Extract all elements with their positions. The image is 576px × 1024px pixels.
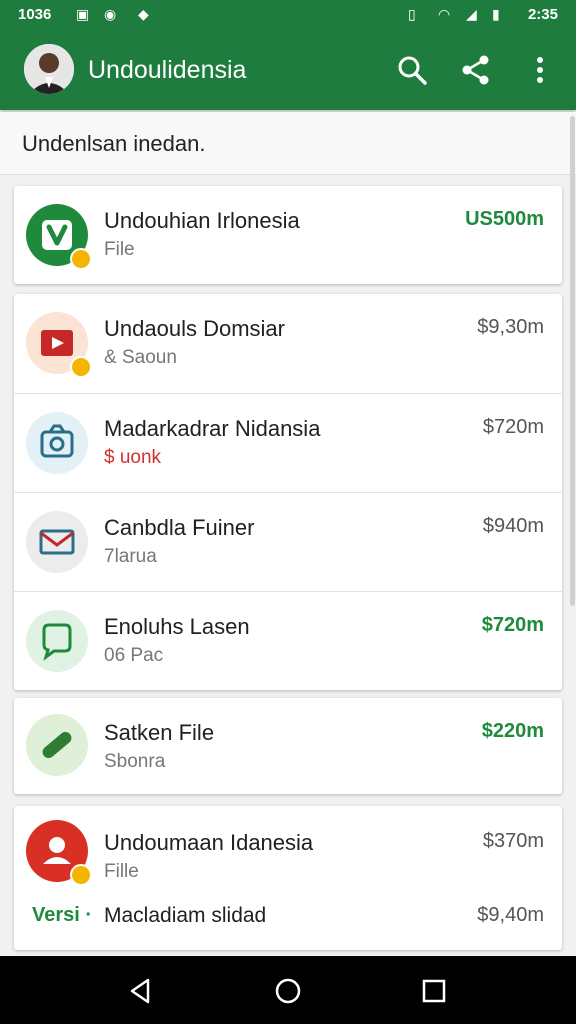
footer-title: Macladiam slidad <box>104 904 267 927</box>
badge-icon <box>70 248 92 270</box>
list-item[interactable]: Satken File Sbonra $220m <box>14 698 562 796</box>
badge-icon <box>70 864 92 886</box>
share-icon <box>462 55 489 85</box>
footer-price: $9,40m <box>477 904 544 926</box>
recents-icon[interactable] <box>419 976 449 1006</box>
navigation-bar <box>0 956 576 1024</box>
footer-row[interactable]: Versi · Macladiam slidad $9,40m <box>14 902 562 942</box>
list-item[interactable]: Enoluhs Lasen 06 Pac $720m <box>14 591 562 690</box>
vibrate-icon: ▯ <box>408 6 416 22</box>
list-item[interactable]: Madarkadrar Nidansia $ uonk $720m <box>14 393 562 492</box>
item-subtitle: 06 Pac <box>104 645 164 666</box>
item-price: $940m <box>482 515 544 537</box>
list-item[interactable]: Undouhian Irlonesia File US500m <box>14 186 562 284</box>
mail-icon <box>26 511 88 573</box>
status-bar: 1036 ▣ ◉ ◆ ▯ ◠ ◢ ▮ 2:35 <box>0 0 576 30</box>
item-price: $370m <box>482 830 544 852</box>
more-vertical-icon <box>537 57 543 83</box>
item-price: $720m <box>481 614 544 636</box>
search-button[interactable] <box>394 52 430 88</box>
image-notification-icon: ▣ <box>76 6 90 22</box>
subheader-text: Undenlsan inedan. <box>22 131 206 156</box>
item-title: Undouhian Irlonesia <box>104 208 300 233</box>
list-item[interactable]: Undaouls Domsiar & Saoun $9,30m <box>14 294 562 392</box>
item-title: Enoluhs Lasen <box>104 614 250 639</box>
item-subtitle: Fille <box>104 861 139 882</box>
list-item[interactable]: Canbdla Fuiner 7larua $940m <box>14 492 562 591</box>
item-title: Undaouls Domsiar <box>104 316 285 341</box>
status-time: 1036 <box>18 6 52 23</box>
scrollbar[interactable] <box>570 116 575 606</box>
list-subheader: Undenlsan inedan. <box>0 112 576 175</box>
app-bar: Undoulidensia <box>0 30 576 110</box>
list-card: Undouhian Irlonesia File US500m <box>14 186 562 284</box>
more-options-button[interactable] <box>522 52 558 88</box>
list-card: Satken File Sbonra $220m <box>14 698 562 794</box>
item-price: $9,30m <box>477 316 544 338</box>
signal-icon: ◢ <box>466 6 477 22</box>
item-title: Undoumaan Idanesia <box>104 830 314 855</box>
item-subtitle: File <box>104 239 135 260</box>
item-price: US500m <box>465 208 544 230</box>
list-card: Undaouls Domsiar & Saoun $9,30m Madarkad… <box>14 294 562 690</box>
item-title: Madarkadrar Nidansia <box>104 416 321 441</box>
badge-icon <box>70 356 92 378</box>
item-title: Canbdla Fuiner <box>104 515 255 540</box>
list-item[interactable]: Undoumaan Idanesia Fille $370m <box>14 806 562 904</box>
battery-icon: ▮ <box>492 6 500 22</box>
search-icon <box>398 56 427 85</box>
item-subtitle: 7larua <box>104 546 157 567</box>
version-tag: Versi · <box>32 904 93 926</box>
item-price: $220m <box>481 720 544 742</box>
pill-icon <box>26 714 88 776</box>
item-subtitle: & Saoun <box>104 347 177 368</box>
profile-avatar[interactable] <box>24 44 74 94</box>
item-title: Satken File <box>104 720 215 745</box>
item-subtitle: $ uonk <box>104 447 162 468</box>
item-subtitle: Sbonra <box>104 751 166 772</box>
home-icon[interactable] <box>273 976 303 1006</box>
item-price: $720m <box>482 416 544 438</box>
chat-icon <box>26 610 88 672</box>
status-clock-right: 2:35 <box>527 6 558 23</box>
app-title: Undoulidensia <box>88 56 247 84</box>
back-icon[interactable] <box>126 976 156 1006</box>
camera-icon <box>26 412 88 474</box>
app-notification-icon: ◆ <box>138 6 149 22</box>
list-card: Undoumaan Idanesia Fille $370m Versi · M… <box>14 806 562 950</box>
sync-notification-icon: ◉ <box>104 6 117 22</box>
share-button[interactable] <box>458 52 494 88</box>
wifi-icon: ◠ <box>438 6 451 22</box>
